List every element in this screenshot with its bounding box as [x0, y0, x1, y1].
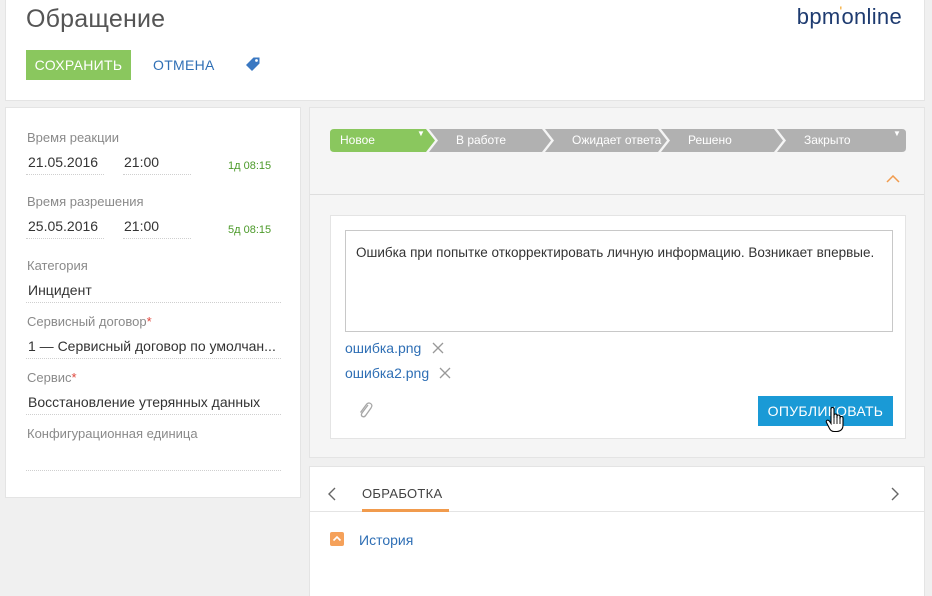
paperclip-icon[interactable] [357, 401, 373, 419]
reaction-time-label: Время реакции [27, 130, 120, 145]
service-contract-label: Сервисный договор* [27, 314, 152, 329]
stage-waiting[interactable]: Ожидает ответа [562, 129, 661, 152]
service-label: Сервис* [27, 370, 77, 385]
message-textarea[interactable]: Ошибка при попытке откорректировать личн… [345, 230, 893, 332]
configuration-item-underline [26, 470, 281, 471]
close-icon[interactable] [432, 342, 444, 354]
close-icon[interactable] [439, 367, 451, 379]
stage-progress-bar: Новое ▼ В работе Ожидает ответа Решено З… [330, 129, 906, 152]
service-label-text: Сервис [27, 370, 72, 385]
service-field[interactable]: Восстановление утерянных данных [28, 394, 280, 410]
feed-post-card: Ошибка при попытке откорректировать личн… [330, 215, 906, 439]
resolution-time-underline [123, 238, 191, 239]
reaction-date-field[interactable]: 21.05.2016 [28, 154, 98, 170]
resolution-time-field[interactable]: 21:00 [124, 218, 159, 234]
service-contract-underline [26, 358, 281, 359]
chevron-up-icon[interactable] [886, 175, 900, 183]
category-field[interactable]: Инцидент [28, 282, 280, 298]
category-label: Категория [27, 258, 88, 273]
category-underline [26, 302, 281, 303]
case-details-panel: Время реакции 21.05.2016 21:00 1д 08:15 … [5, 107, 301, 498]
resolution-date-underline [26, 238, 104, 239]
stage-closed[interactable]: Закрыто [794, 129, 851, 152]
reaction-duration: 1д 08:15 [228, 160, 272, 172]
page-title: Обращение [26, 5, 166, 33]
resolution-duration: 5д 08:15 [228, 224, 272, 236]
required-mark: * [146, 314, 152, 329]
logo-text-right: online [841, 4, 902, 29]
attachment-link[interactable]: ошибка.png [345, 340, 421, 356]
active-tab-indicator [362, 509, 449, 512]
case-main-panel: Новое ▼ В работе Ожидает ответа Решено З… [309, 107, 925, 458]
attachment-link[interactable]: ошибка2.png [345, 365, 429, 381]
bpmonline-logo: bpm'online [796, 3, 902, 30]
resolution-date-field[interactable]: 25.05.2016 [28, 218, 98, 234]
reaction-time-underline [123, 174, 191, 175]
reaction-time-field[interactable]: 21:00 [124, 154, 159, 170]
reaction-date-underline [26, 174, 104, 175]
panel-divider [310, 194, 924, 195]
service-underline [26, 414, 281, 415]
logo-text-left: bpm [796, 4, 841, 29]
chevron-right-icon[interactable] [890, 487, 900, 501]
chevron-down-icon[interactable]: ▼ [417, 129, 425, 138]
save-button[interactable]: СОХРАНИТЬ [26, 50, 131, 80]
service-contract-label-text: Сервисный договор [27, 314, 147, 329]
page-header: Обращение bpm'online СОХРАНИТЬ ОТМЕНА [5, 0, 925, 101]
collapse-toggle-icon[interactable] [330, 532, 344, 546]
resolution-time-label: Время разрешения [27, 194, 144, 209]
stage-new[interactable]: Новое [330, 129, 375, 152]
tag-icon[interactable] [245, 56, 261, 72]
tabs-panel: ОБРАБОТКА История [309, 466, 925, 596]
cancel-button[interactable]: ОТМЕНА [153, 57, 215, 73]
service-contract-field[interactable]: 1 — Сервисный договор по умолчан... [28, 338, 280, 354]
required-mark: * [71, 370, 77, 385]
stage-in-progress[interactable]: В работе [446, 129, 506, 152]
chevron-down-icon[interactable]: ▼ [893, 129, 901, 138]
chevron-left-icon[interactable] [327, 487, 337, 501]
stage-resolved[interactable]: Решено [678, 129, 732, 152]
chevron-up-icon [332, 535, 342, 542]
configuration-item-label: Конфигурационная единица [27, 426, 198, 441]
history-group-label[interactable]: История [359, 532, 413, 548]
tab-processing[interactable]: ОБРАБОТКА [362, 486, 443, 501]
hand-cursor-icon [825, 407, 844, 433]
